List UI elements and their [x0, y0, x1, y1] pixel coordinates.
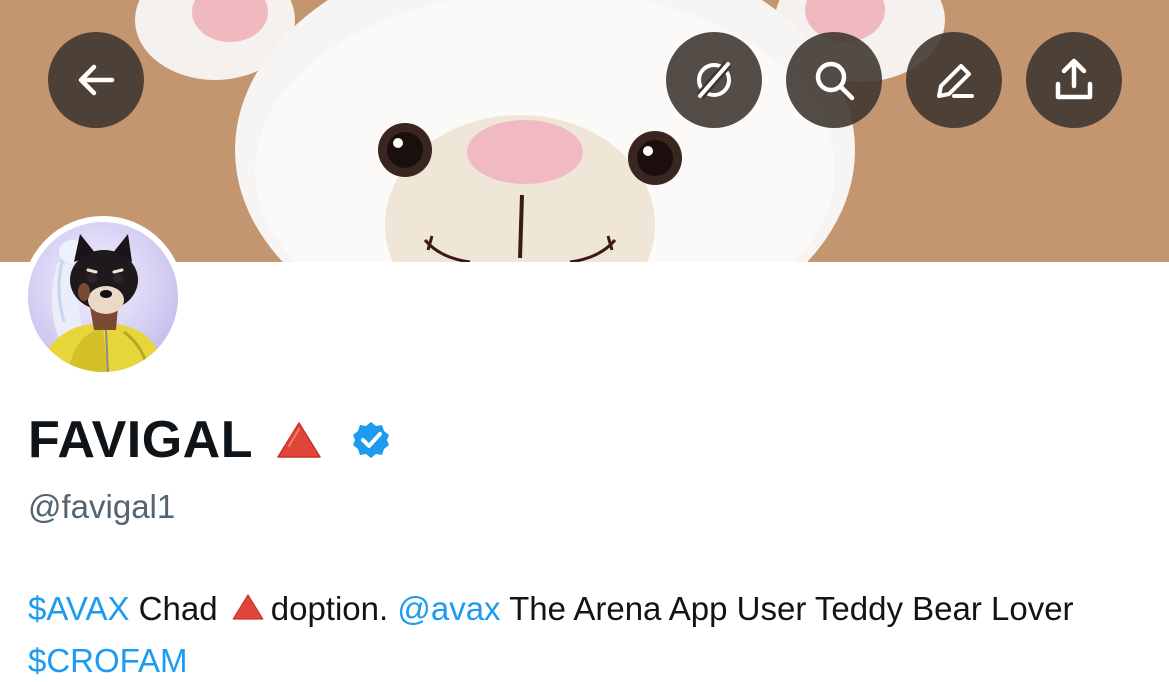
teddy-bear-banner-image — [0, 0, 1169, 262]
search-icon — [815, 61, 855, 101]
verified-badge-icon[interactable] — [351, 420, 391, 460]
avatar — [28, 222, 178, 372]
bio-text: The Arena App User Teddy Bear Lover — [500, 590, 1074, 627]
cashtag-crofam-link[interactable]: $CROFAM — [28, 642, 188, 679]
profile-banner[interactable] — [0, 0, 1169, 262]
cashtag-avax-link[interactable]: $AVAX — [28, 590, 130, 627]
bio-text: doption. — [270, 590, 398, 627]
edit-button[interactable] — [906, 32, 1002, 128]
profile-bio: $AVAX Chad doption. @avax The Arena App … — [28, 584, 1138, 682]
red-triangle-emoji-icon — [231, 586, 265, 636]
share-button[interactable] — [1026, 32, 1122, 128]
avatar-container[interactable] — [22, 216, 184, 378]
share-upload-icon — [1055, 58, 1093, 100]
mention-avax-link[interactable]: @avax — [397, 590, 500, 627]
grok-button[interactable] — [666, 32, 762, 128]
display-name-row: FAVIGAL — [28, 410, 391, 470]
display-name: FAVIGAL — [28, 411, 253, 469]
bio-text: Chad — [129, 590, 227, 627]
user-handle: @favigal1 — [28, 488, 176, 525]
grok-icon — [696, 61, 732, 99]
arrow-left-icon — [78, 64, 115, 96]
edit-pencil-icon — [937, 64, 974, 98]
back-button[interactable] — [48, 32, 144, 128]
avatar-image — [28, 222, 178, 372]
red-triangle-emoji-icon — [275, 420, 323, 460]
search-button[interactable] — [786, 32, 882, 128]
